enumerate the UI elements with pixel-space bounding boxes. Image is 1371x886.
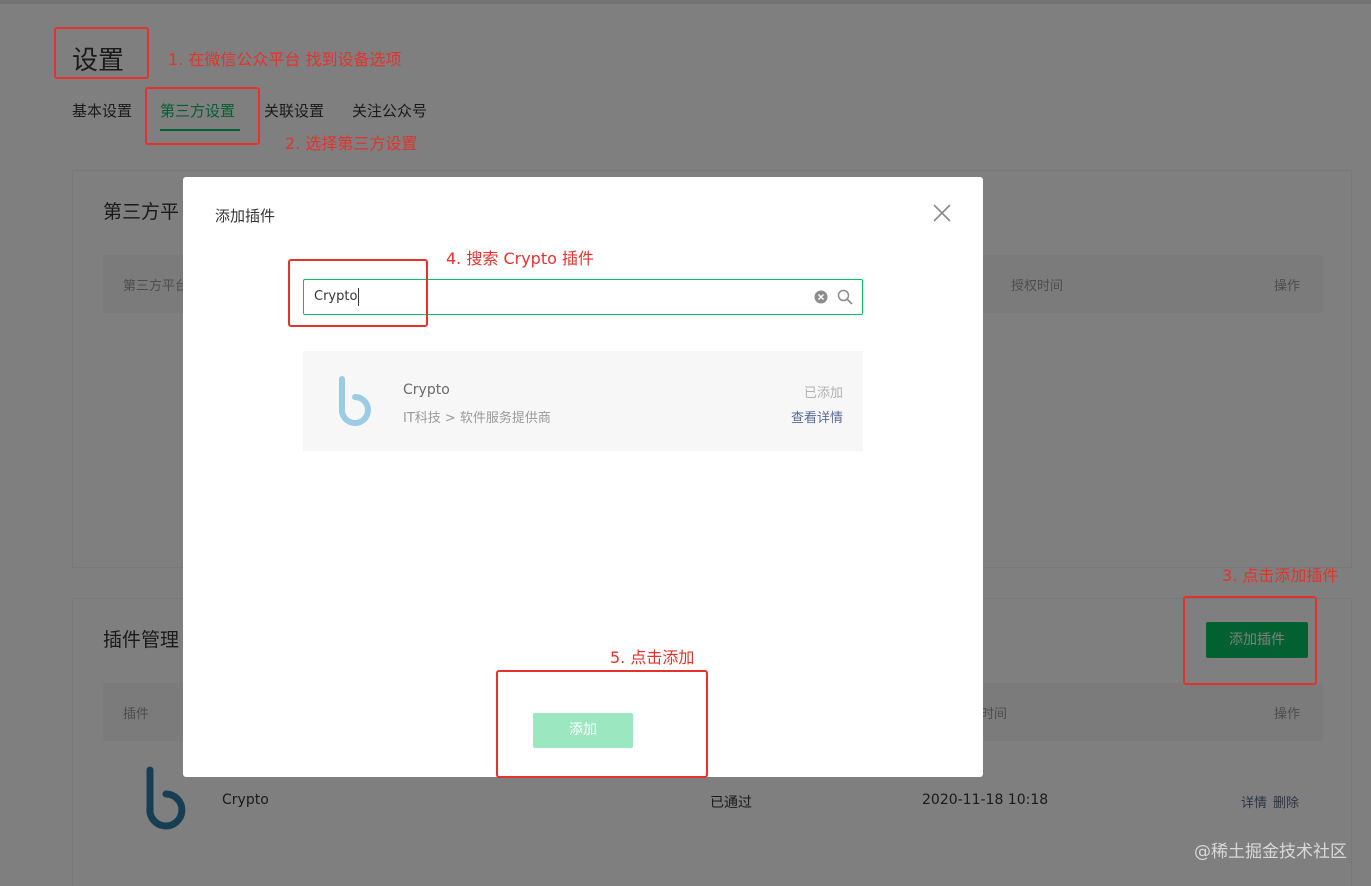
annotation-box-search bbox=[288, 259, 428, 327]
annotation-step-2: 2. 选择第三方设置 bbox=[285, 134, 418, 153]
annotation-step-4: 4. 搜索 Crypto 插件 bbox=[446, 249, 594, 268]
result-status-label: 已添加 bbox=[803, 386, 843, 401]
annotation-box-add-plugin bbox=[1183, 596, 1317, 685]
search-icon[interactable] bbox=[837, 289, 853, 305]
annotation-box-confirm bbox=[496, 670, 708, 778]
close-icon[interactable] bbox=[931, 202, 953, 224]
annotation-step-1: 1. 在微信公众平台 找到设备选项 bbox=[168, 50, 402, 69]
search-result-item[interactable]: Crypto IT科技 > 软件服务提供商 已添加 查看详情 bbox=[303, 351, 863, 451]
watermark-text: @稀土掘金技术社区 bbox=[1194, 842, 1347, 862]
dialog-title: 添加插件 bbox=[215, 207, 276, 225]
annotation-box-third-party-tab bbox=[145, 87, 260, 145]
annotation-step-5: 5. 点击添加 bbox=[610, 648, 695, 667]
result-plugin-category: IT科技 > 软件服务提供商 bbox=[403, 411, 551, 426]
crypto-b-logo-icon bbox=[338, 376, 371, 426]
result-plugin-name: Crypto bbox=[403, 382, 450, 398]
annotation-box-settings bbox=[54, 27, 149, 79]
clear-icon[interactable] bbox=[814, 290, 828, 304]
result-detail-link[interactable]: 查看详情 bbox=[791, 407, 843, 426]
annotation-step-3: 3. 点击添加插件 bbox=[1222, 566, 1339, 585]
